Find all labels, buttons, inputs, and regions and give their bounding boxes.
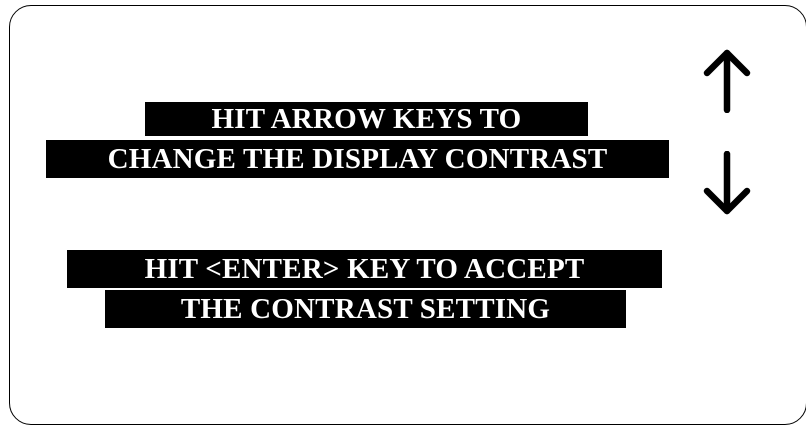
accept-instruction-line-2: THE CONTRAST SETTING bbox=[105, 290, 626, 328]
accept-instruction-line-1: HIT <ENTER> KEY TO ACCEPT bbox=[67, 250, 662, 288]
down-arrow-icon[interactable] bbox=[702, 151, 752, 217]
display-panel bbox=[9, 5, 806, 425]
contrast-instruction-line-2: CHANGE THE DISPLAY CONTRAST bbox=[46, 140, 669, 178]
up-arrow-icon[interactable] bbox=[702, 47, 752, 113]
contrast-instruction-line-1: HIT ARROW KEYS TO bbox=[145, 102, 588, 136]
